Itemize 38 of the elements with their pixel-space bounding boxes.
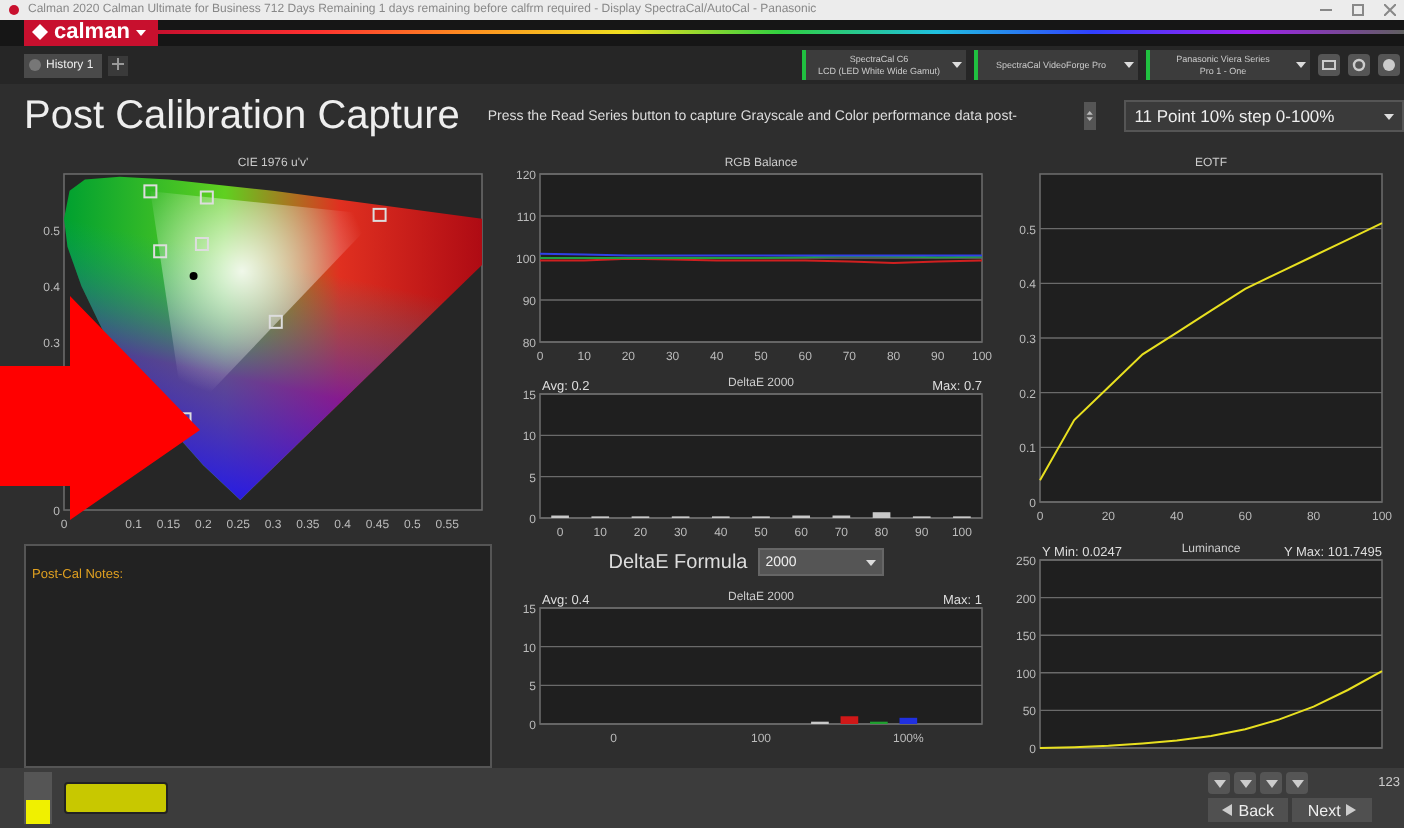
monitor-icon[interactable]	[1318, 54, 1340, 77]
app-menu-button[interactable]: calman	[24, 19, 158, 46]
maximize-icon[interactable]	[1352, 3, 1364, 16]
data-bar	[872, 511, 891, 518]
spinner-icon[interactable]	[1084, 102, 1097, 130]
color-swatch	[64, 781, 168, 814]
toolbar-icon[interactable]	[1286, 772, 1309, 795]
toolbar-icon[interactable]	[1208, 772, 1231, 795]
logo-icon	[32, 24, 48, 41]
caret-icon	[135, 29, 146, 36]
nav-button[interactable]: Next	[1292, 798, 1373, 823]
target-marker	[372, 207, 387, 222]
right-arrow-icon	[1346, 804, 1357, 817]
formula-label: DeltaE Formula	[608, 551, 748, 574]
close-icon[interactable]	[1384, 3, 1396, 16]
left-arrow-icon	[1222, 804, 1233, 817]
color-swatch-button[interactable]	[24, 771, 52, 824]
reference-dot	[189, 271, 198, 280]
data-bar	[840, 715, 859, 724]
data-bar	[899, 717, 918, 724]
series-dropdown[interactable]: 11 Point 10% step 0-100%	[1124, 100, 1404, 132]
caret-icon	[1384, 113, 1394, 119]
toolbar-icon[interactable]	[1234, 772, 1257, 795]
target-marker	[143, 183, 158, 198]
minimize-icon[interactable]	[1320, 3, 1332, 16]
app-icon	[8, 3, 20, 16]
add-tab-button[interactable]	[107, 55, 128, 76]
target-marker	[268, 314, 283, 329]
nav-button[interactable]: Back	[1208, 798, 1289, 823]
page-title: Post Calibration Capture	[24, 93, 460, 139]
toolbar-icon[interactable]	[1260, 772, 1283, 795]
target-marker	[199, 189, 214, 204]
caret-icon	[1124, 62, 1134, 69]
caret-icon	[952, 62, 962, 69]
caret-icon	[1296, 62, 1306, 69]
caret-icon	[865, 559, 876, 566]
target-marker	[153, 243, 168, 258]
target-marker	[194, 236, 209, 251]
